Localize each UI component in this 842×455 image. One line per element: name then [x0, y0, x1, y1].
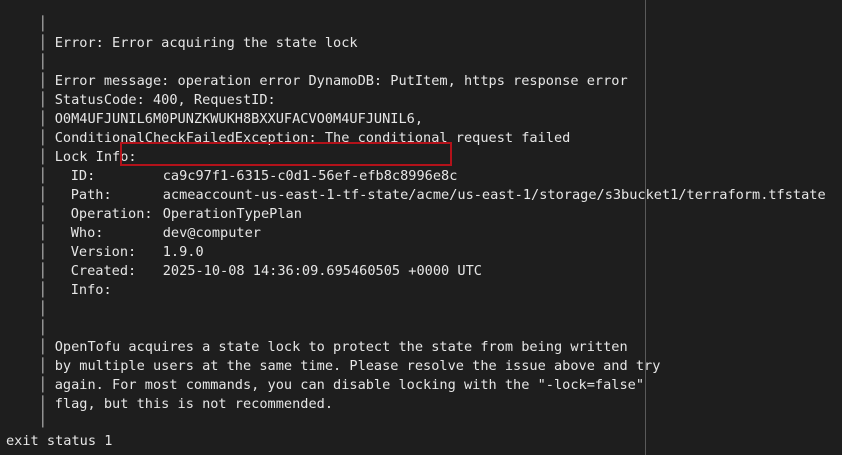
terminal-line: │ StatusCode: 400, RequestID:	[6, 72, 276, 108]
terminal-line: │	[6, 34, 55, 70]
line-bar: │	[38, 412, 47, 428]
lock-info-label: Info:	[70, 282, 112, 298]
explanation-line: │ flag, but this is not recommended.	[6, 376, 333, 412]
terminal-line: │ Lock Info:	[6, 129, 137, 165]
error-title: Error: Error acquiring the state lock	[54, 35, 358, 51]
terminal-line: │ O0M4UFJUNIL6M0PUNZKWUKH8BXXUFACVO0M4UFJ…	[6, 91, 423, 127]
explanation-line: │ OpenTofu acquires a state lock to prote…	[6, 319, 628, 355]
explanation-line: │ again. For most commands, you can disab…	[6, 357, 644, 393]
terminal-line: │ ConditionalCheckFailedException: The co…	[6, 110, 571, 146]
lock-info-row-info: │ Info:	[6, 262, 163, 298]
lock-info-row-created: │ Created: 2025-10-08 14:36:09.695460505 +…	[6, 243, 482, 279]
lock-info-row-version: │ Version: 1.9.0	[6, 224, 204, 260]
lock-info-row-who: │ Who: dev@computer	[6, 205, 261, 241]
terminal-line: │	[6, 0, 55, 32]
terminal-line: │	[6, 392, 55, 428]
terminal-line: │	[6, 281, 55, 317]
lock-info-row-path: │ Path: acmeaccount-us-east-1-tf-state/acm…	[6, 167, 826, 203]
explanation-text: flag, but this is not recommended.	[54, 396, 334, 412]
terminal-line: │ Error message: operation error DynamoDB…	[6, 53, 628, 89]
terminal-line: │ Error: Error acquiring the state lock	[6, 15, 358, 51]
exit-status: exit status 1	[6, 433, 113, 449]
lock-info-row-operation: │ Operation: OperationTypePlan	[6, 186, 302, 222]
terminal-line: │	[6, 300, 55, 336]
lock-created-value: 2025-10-08 14:36:09.695460505 +0000 UTC	[162, 263, 482, 279]
terminal-window[interactable]: │ │ Error: Error acquiring the state lock…	[0, 0, 842, 455]
pane-divider[interactable]	[645, 0, 646, 455]
lock-info-row-id: │ ID: ca9c97f1-6315-c0d1-56ef-efb8c8996e8c	[6, 148, 458, 184]
explanation-line: │ by multiple users at the same time. Ple…	[6, 338, 661, 374]
